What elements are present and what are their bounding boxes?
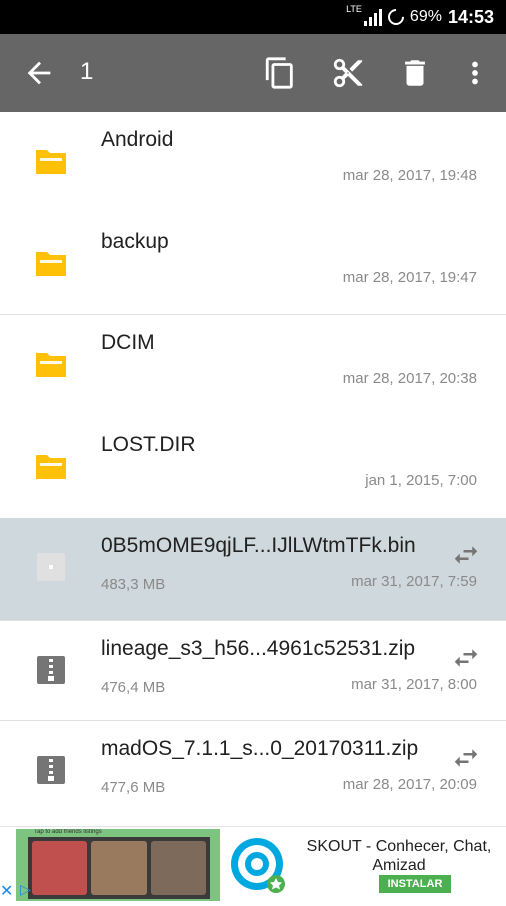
file-name: backup	[101, 229, 169, 253]
swap-icon[interactable]	[450, 540, 482, 570]
file-date: mar 31, 2017, 8:00	[351, 675, 477, 693]
ad-banner[interactable]: Tap to add friends listings SKOUT - Conh…	[0, 826, 506, 901]
file-list: Android mar 28, 2017, 19:48 backup mar 2…	[0, 112, 506, 823]
file-date: mar 28, 2017, 20:09	[342, 776, 477, 793]
folder-icon	[36, 349, 66, 377]
ad-tagline: Tap to add friends listings	[34, 829, 102, 835]
list-item[interactable]: backup mar 28, 2017, 19:47	[0, 213, 506, 315]
file-date: mar 28, 2017, 19:47	[342, 268, 477, 286]
list-item[interactable]: Android mar 28, 2017, 19:48	[0, 112, 506, 214]
cut-icon[interactable]	[331, 56, 365, 90]
list-item[interactable]: LOST.DIR jan 1, 2015, 7:00	[0, 416, 506, 518]
file-name: lineage_s3_h56...4961c52531.zip	[101, 636, 416, 660]
file-name: Android	[101, 128, 174, 151]
file-name: DCIM	[101, 331, 155, 354]
list-item[interactable]: madOS_7.1.1_s...0_20170311.zip 477,6 MB …	[0, 721, 506, 823]
signal-icon	[363, 8, 382, 26]
network-type: LTE	[346, 4, 362, 14]
list-item[interactable]: DCIM mar 28, 2017, 20:38	[0, 315, 506, 417]
swap-icon[interactable]	[450, 743, 482, 773]
file-size: 477,6 MB	[101, 779, 166, 796]
zip-icon	[36, 655, 66, 684]
ad-title[interactable]: SKOUT - Conhecer, Chat, Amizad	[296, 837, 502, 875]
file-date: mar 31, 2017, 7:59	[351, 573, 477, 590]
ad-image[interactable]: Tap to add friends listings	[16, 829, 222, 901]
file-icon	[36, 552, 66, 581]
list-item-selected[interactable]: 0B5mOME9qjLF...IJlLWtmTFk.bin 483,3 MB m…	[0, 518, 506, 620]
list-item[interactable]: lineage_s3_h56...4961c52531.zip 476,4 MB…	[0, 619, 506, 721]
file-date: mar 28, 2017, 20:38	[342, 370, 477, 387]
swap-icon[interactable]	[450, 643, 482, 673]
file-date: mar 28, 2017, 19:48	[342, 167, 477, 184]
install-button[interactable]: INSTALAR	[379, 875, 451, 893]
delete-icon[interactable]	[398, 56, 432, 90]
ad-app-logo[interactable]	[220, 827, 294, 901]
selected-count: 1	[80, 58, 94, 85]
folder-icon	[36, 451, 66, 479]
file-name: 0B5mOME9qjLF...IJlLWtmTFk.bin	[101, 534, 416, 557]
battery-icon	[384, 5, 408, 29]
file-name: madOS_7.1.1_s...0_20170311.zip	[101, 737, 419, 760]
folder-icon	[36, 146, 66, 174]
file-date: jan 1, 2015, 7:00	[365, 471, 477, 489]
copy-icon[interactable]	[263, 56, 297, 90]
more-vert-icon[interactable]	[458, 56, 492, 90]
back-arrow-icon[interactable]	[22, 56, 56, 90]
close-icon[interactable]: ✕	[0, 881, 13, 901]
zip-icon	[36, 755, 66, 784]
file-name: LOST.DIR	[101, 432, 196, 456]
battery-percent: 69%	[409, 8, 442, 25]
clock: 14:53	[447, 6, 494, 27]
status-bar: LTE 69% 14:53	[0, 0, 506, 34]
file-size: 476,4 MB	[101, 678, 166, 696]
ad-choices-icon[interactable]: ▷	[20, 881, 31, 898]
file-size: 483,3 MB	[101, 576, 166, 593]
selection-toolbar: 1	[0, 34, 506, 112]
folder-icon	[36, 248, 66, 276]
